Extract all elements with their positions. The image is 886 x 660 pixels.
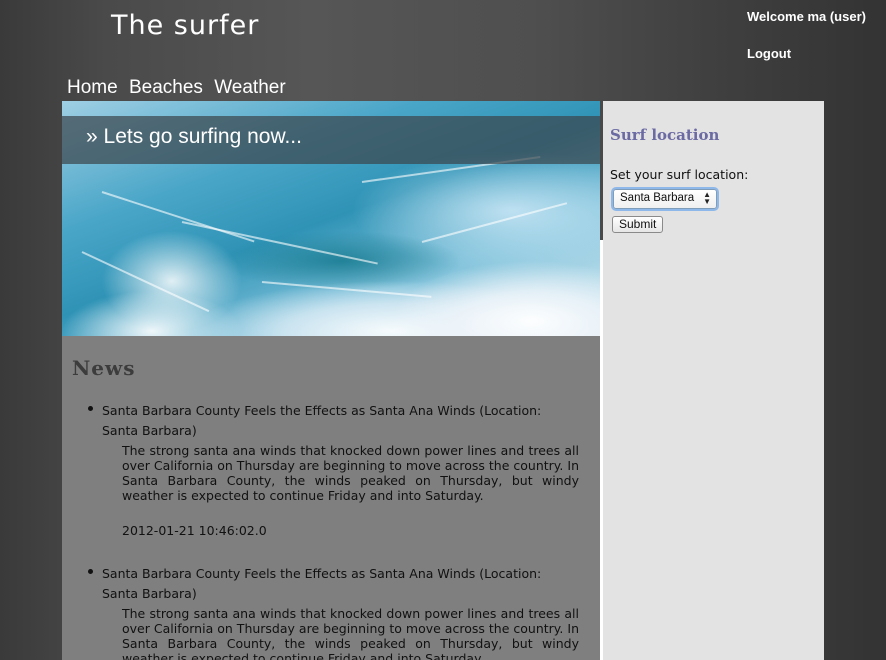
sidebar: Surf location Set your surf location: Sa… <box>603 101 824 660</box>
nav-item-beaches[interactable]: Beaches <box>129 77 203 98</box>
nav-item-weather[interactable]: Weather <box>214 77 285 98</box>
main-content: » Lets go surfing now... News Santa Barb… <box>62 101 600 660</box>
logout-link[interactable]: Logout <box>747 46 866 61</box>
news-headline: Santa Barbara County Feels the Effects a… <box>102 403 542 438</box>
welcome-text: Welcome ma (user) <box>747 9 866 24</box>
submit-button[interactable]: Submit <box>612 216 664 233</box>
bullet-icon <box>88 406 93 411</box>
hero-image: » Lets go surfing now... <box>62 101 600 336</box>
hero-banner-text: » Lets go surfing now... <box>86 125 302 148</box>
location-select-value: Santa Barbara <box>620 192 695 204</box>
news-list: Santa Barbara County Feels the Effects a… <box>62 401 600 660</box>
location-prompt: Set your surf location: <box>610 167 749 182</box>
bullet-icon <box>88 569 93 574</box>
news-item: Santa Barbara County Feels the Effects a… <box>62 564 600 660</box>
news-date: 2012-01-21 10:46:02.0 <box>122 523 267 538</box>
user-area: Welcome ma (user) Logout <box>747 9 866 61</box>
select-arrows-icon: ▲ ▼ <box>703 190 711 206</box>
hero-banner: » Lets go surfing now... <box>62 116 600 164</box>
news-body: The strong santa ana winds that knocked … <box>122 606 579 660</box>
news-heading: News <box>72 356 136 380</box>
news-item: Santa Barbara County Feels the Effects a… <box>62 401 600 538</box>
nav-item-home[interactable]: Home <box>67 77 118 98</box>
news-headline: Santa Barbara County Feels the Effects a… <box>102 566 542 601</box>
main-nav: Home Beaches Weather <box>67 77 292 99</box>
sidebar-heading: Surf location <box>610 126 720 144</box>
news-body: The strong santa ana winds that knocked … <box>122 443 579 503</box>
site-title: The surfer <box>111 10 260 41</box>
location-select[interactable]: Santa Barbara ▲ ▼ <box>613 189 717 209</box>
